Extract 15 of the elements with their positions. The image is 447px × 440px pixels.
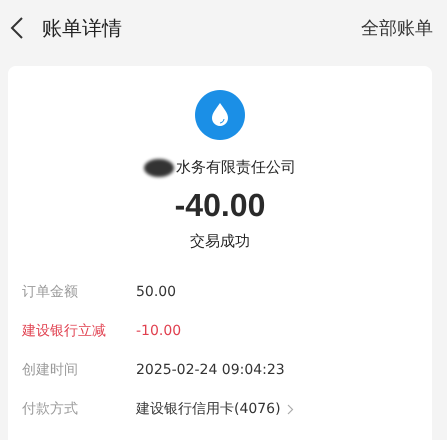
back-icon[interactable] bbox=[10, 17, 24, 39]
detail-label: 建设银行立减 bbox=[22, 322, 107, 340]
water-drop-icon bbox=[195, 90, 245, 140]
amount: -40.00 bbox=[174, 187, 266, 224]
detail-value: -10.00 bbox=[136, 323, 182, 339]
detail-value: 2025-02-24 09:04:23 bbox=[136, 362, 285, 378]
detail-value[interactable]: 建设银行信用卡(4076) bbox=[136, 400, 281, 418]
all-bills-link[interactable]: 全部账单 bbox=[361, 16, 433, 40]
transaction-status: 交易成功 bbox=[189, 232, 251, 251]
detail-label: 付款方式 bbox=[22, 400, 79, 418]
detail-label: 订单金额 bbox=[22, 283, 79, 301]
merchant-name: 水务有限责任公司 bbox=[176, 158, 296, 177]
page-title: 账单详情 bbox=[42, 14, 123, 42]
detail-value: 50.00 bbox=[136, 284, 176, 300]
detail-label: 创建时间 bbox=[22, 361, 79, 379]
